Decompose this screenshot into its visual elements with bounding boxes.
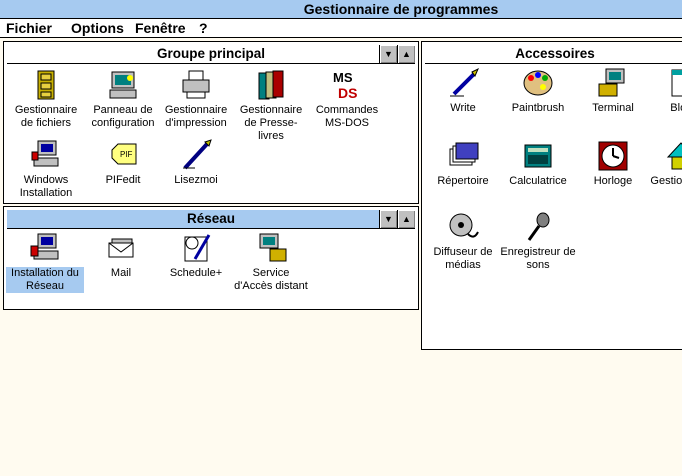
minimize-button[interactable]: ▼ [379, 210, 397, 228]
svg-text:MS: MS [333, 70, 353, 85]
pif-tag-icon: PIF [111, 143, 137, 165]
program-label: PIFedit [105, 174, 141, 186]
program-label: Diffuseur de médias [433, 246, 493, 271]
clipbook-icon [258, 70, 284, 100]
clock-icon [598, 141, 628, 171]
setup-computer-icon [31, 140, 59, 167]
program-item[interactable]: Schedule+ [157, 231, 235, 280]
triangle-up-icon: ▲ [402, 49, 411, 59]
group-title: Groupe principal [7, 45, 415, 64]
file-cabinet-icon [37, 70, 55, 100]
calculator-icon [524, 144, 552, 168]
svg-text:DS: DS [338, 85, 357, 101]
program-label: Paintbrush [511, 102, 565, 114]
app-title-bar: Gestionnaire de programmes [0, 0, 682, 19]
program-item[interactable]: Gestion de li [642, 139, 682, 188]
program-item[interactable]: Calculatrice [499, 139, 577, 188]
group-title: Accessoires [425, 45, 682, 64]
program-item[interactable]: Installation du Réseau [6, 231, 84, 293]
cardfile-icon [449, 142, 479, 166]
triangle-down-icon: ▼ [384, 214, 393, 224]
terminal-phone-icon [598, 68, 625, 97]
menu-fichier[interactable]: Fichier [6, 19, 52, 37]
program-label: Panneau de configuration [91, 104, 155, 129]
program-item[interactable]: Gestionnaire de fichiers [7, 68, 85, 130]
program-label: Répertoire [437, 175, 489, 187]
program-label: Terminal [592, 102, 634, 114]
program-label: Bloc [670, 102, 682, 114]
program-item[interactable]: Windows Installation [7, 138, 85, 200]
program-item[interactable]: Service d'Accès distant [232, 231, 310, 293]
group-window-network[interactable]: Réseau ▼ ▲ Installation du Réseau Mail S… [3, 206, 419, 310]
group-title: Réseau [7, 210, 415, 229]
program-item[interactable]: Bloc [642, 66, 682, 115]
program-item[interactable]: Gestionnaire de Presse-livres [232, 68, 310, 143]
minimize-button[interactable]: ▼ [379, 45, 397, 63]
program-label: Gestionnaire d'impression [164, 104, 228, 129]
msdos-icon: MS DS [333, 70, 357, 101]
palette-icon [523, 70, 553, 96]
group-window-accessories[interactable]: Accessoires Write Paintbrush Terminal Bl… [421, 41, 682, 350]
program-label: Horloge [593, 175, 633, 187]
menu-help[interactable]: ? [199, 19, 208, 37]
program-label: Windows Installation [19, 174, 73, 199]
program-item[interactable]: MS DS Commandes MS-DOS [308, 68, 386, 130]
program-label: Enregistreur de sons [500, 246, 576, 271]
media-reel-icon [449, 213, 479, 238]
menu-bar: Fichier Options Fenêtre ? [0, 19, 682, 38]
svg-text:PIF: PIF [120, 150, 133, 159]
readme-pen-icon [183, 139, 212, 170]
program-item[interactable]: Paintbrush [499, 66, 577, 115]
program-label: Write [450, 102, 476, 114]
maximize-button[interactable]: ▲ [397, 210, 415, 228]
maximize-button[interactable]: ▲ [397, 45, 415, 63]
program-label: Schedule+ [169, 267, 223, 279]
program-label: Mail [110, 267, 132, 279]
remote-access-icon [259, 233, 287, 262]
triangle-down-icon: ▼ [384, 49, 393, 59]
program-item[interactable]: Enregistreur de sons [499, 210, 577, 272]
program-item[interactable]: Gestionnaire d'impression [157, 68, 235, 130]
triangle-up-icon: ▲ [402, 214, 411, 224]
printer-icon [182, 70, 210, 99]
group-window-main[interactable]: Groupe principal ▼ ▲ Gestionnaire de fic… [3, 41, 419, 204]
app-title: Gestionnaire de programmes [303, 1, 499, 17]
program-item[interactable]: Panneau de configuration [84, 68, 162, 130]
mail-icon [108, 238, 134, 258]
program-label: Installation du Réseau [6, 267, 84, 293]
program-label: Lisezmoi [174, 174, 218, 186]
schedule-icon [184, 234, 211, 262]
program-item[interactable]: Lisezmoi [157, 138, 235, 187]
program-label: Service d'Accès distant [234, 267, 308, 292]
program-item[interactable]: PIF PIFedit [84, 138, 162, 187]
program-item[interactable]: Write [424, 66, 502, 115]
control-panel-icon [109, 71, 137, 99]
program-label: Gestionnaire de fichiers [14, 104, 78, 129]
program-label: Gestion de li [650, 175, 682, 187]
program-label: Gestionnaire de Presse-livres [239, 104, 303, 142]
program-item[interactable]: Terminal [574, 66, 652, 115]
object-packager-icon [666, 142, 682, 170]
program-item[interactable]: Répertoire [424, 139, 502, 188]
notepad-icon [671, 69, 682, 97]
menu-options[interactable]: Options [71, 19, 124, 37]
program-item[interactable]: Diffuseur de médias [424, 210, 502, 272]
program-label: Commandes MS-DOS [315, 104, 379, 129]
menu-fenetre[interactable]: Fenêtre [135, 19, 186, 37]
microphone-icon [527, 212, 550, 241]
write-pen-icon [450, 67, 479, 97]
program-item[interactable]: Mail [82, 231, 160, 280]
program-item[interactable]: Horloge [574, 139, 652, 188]
program-label: Calculatrice [509, 175, 567, 187]
network-setup-icon [30, 233, 59, 260]
